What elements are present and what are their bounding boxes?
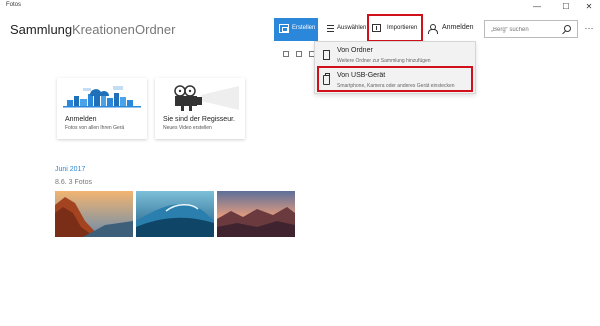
photo-thumbnail[interactable] (217, 191, 295, 237)
usb-highlight (317, 66, 473, 92)
select-button[interactable]: Auswählen (324, 18, 366, 41)
grid-view-icon[interactable] (283, 51, 289, 57)
photo-thumbnail[interactable] (55, 191, 133, 237)
signin-label: Anmelden (442, 24, 474, 31)
title-bar: Fotos — ☐ ✕ (0, 0, 600, 14)
photo-el-capitan (55, 191, 133, 237)
import-button[interactable]: Importieren (385, 18, 421, 41)
folder-icon (323, 50, 330, 60)
create-button[interactable]: Erstellen (274, 18, 318, 41)
onedrive-icon (63, 86, 141, 108)
video-card[interactable]: Sie sind der Regisseur. Neues Video erst… (155, 78, 245, 139)
signin-card[interactable]: Anmelden Fotos von allen Ihren Gerä (57, 78, 147, 139)
card-subtitle: Fotos von allen Ihren Gerä (65, 125, 125, 131)
minimize-button[interactable]: — (526, 0, 548, 14)
import-icon (372, 24, 381, 32)
menu-item-from-folder[interactable]: Von Ordner Weitere Ordner zur Sammlung h… (315, 44, 475, 68)
menu-item-subtitle: Weitere Ordner zur Sammlung hinzufügen (337, 58, 431, 64)
projector-icon (174, 85, 239, 111)
large-grid-view-icon[interactable] (296, 51, 302, 57)
card-title: Sie sind der Regisseur. (163, 116, 235, 123)
tab-kreationen[interactable]: Kreationen (72, 20, 135, 40)
card-subtitle: Neues Video erstellen (163, 125, 212, 131)
tab-ordner[interactable]: Ordner (135, 20, 175, 40)
signin-button[interactable]: Anmelden (440, 18, 480, 41)
day-count: 8.6. 3 Fotos (55, 179, 92, 186)
search-input[interactable] (491, 24, 561, 35)
select-label: Auswählen (337, 25, 367, 31)
photo-mountains (217, 191, 295, 237)
checklist-icon (324, 24, 334, 33)
import-label: Importieren (387, 25, 418, 31)
close-button[interactable]: ✕ (578, 0, 600, 14)
tab-sammlung[interactable]: Sammlung (10, 20, 72, 40)
search-icon[interactable] (564, 25, 571, 32)
menu-item-title: Von Ordner (337, 47, 373, 54)
create-label: Erstellen (292, 25, 316, 31)
maximize-button[interactable]: ☐ (555, 0, 577, 14)
user-icon (428, 24, 438, 34)
more-button[interactable]: ··· (582, 22, 596, 36)
app-title: Fotos (6, 2, 22, 8)
photo-wave (136, 191, 214, 237)
photo-thumbnail[interactable] (136, 191, 214, 237)
card-title: Anmelden (65, 116, 97, 123)
create-icon (279, 24, 289, 33)
month-heading[interactable]: Juni 2017 (55, 166, 85, 173)
search-box[interactable] (484, 20, 578, 38)
